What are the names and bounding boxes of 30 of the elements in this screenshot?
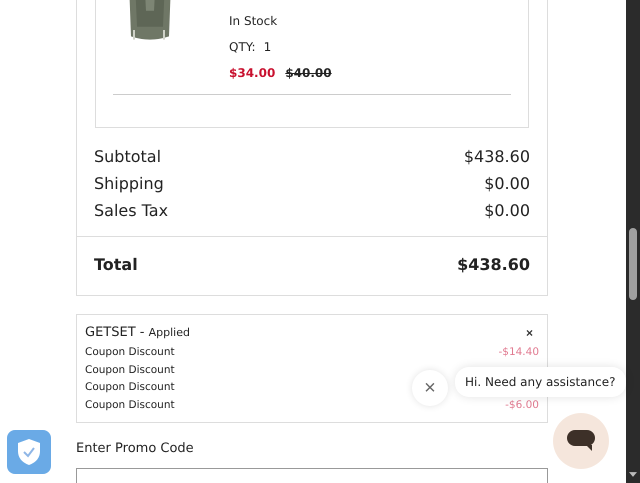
summary-label: Shipping (94, 173, 164, 195)
quantity-value: 1 (264, 40, 272, 54)
stock-status: In Stock (229, 14, 278, 28)
chat-bubble[interactable]: Hi. Need any assistance? (455, 367, 626, 397)
original-price: $40.00 (285, 66, 332, 80)
total-value: $438.60 (457, 254, 530, 276)
scrollbar-thumb[interactable] (629, 228, 637, 300)
total-label: Total (94, 254, 138, 276)
discount-label: Coupon Discount (85, 345, 175, 360)
discount-amount: -$6.00 (505, 398, 539, 412)
discount-label: Coupon Discount (85, 398, 175, 412)
summary-value: $0.00 (484, 200, 530, 222)
sale-price: $34.00 (229, 66, 276, 80)
coupon-code: GETSET - Applied (85, 325, 190, 340)
discount-label: Coupon Discount (85, 380, 175, 395)
summary-label: Sales Tax (94, 200, 168, 222)
discount-label: Coupon Discount (85, 362, 175, 378)
summary-value: $0.00 (484, 173, 530, 195)
chat-icon (567, 430, 595, 452)
remove-coupon-button[interactable]: × (520, 326, 539, 340)
summary-label: Subtotal (94, 146, 162, 168)
chat-message: Hi. Need any assistance? (465, 375, 616, 389)
summary-value: $438.60 (464, 146, 530, 168)
promo-code-label: Enter Promo Code (76, 441, 195, 456)
shield-check-icon (17, 438, 41, 466)
discount-amount: -$14.40 (498, 345, 539, 360)
scroll-down-icon[interactable] (629, 472, 637, 477)
scrollbar[interactable] (626, 0, 640, 483)
quantity-label: QTY: (229, 40, 256, 54)
close-chat-button[interactable]: × (412, 370, 448, 406)
